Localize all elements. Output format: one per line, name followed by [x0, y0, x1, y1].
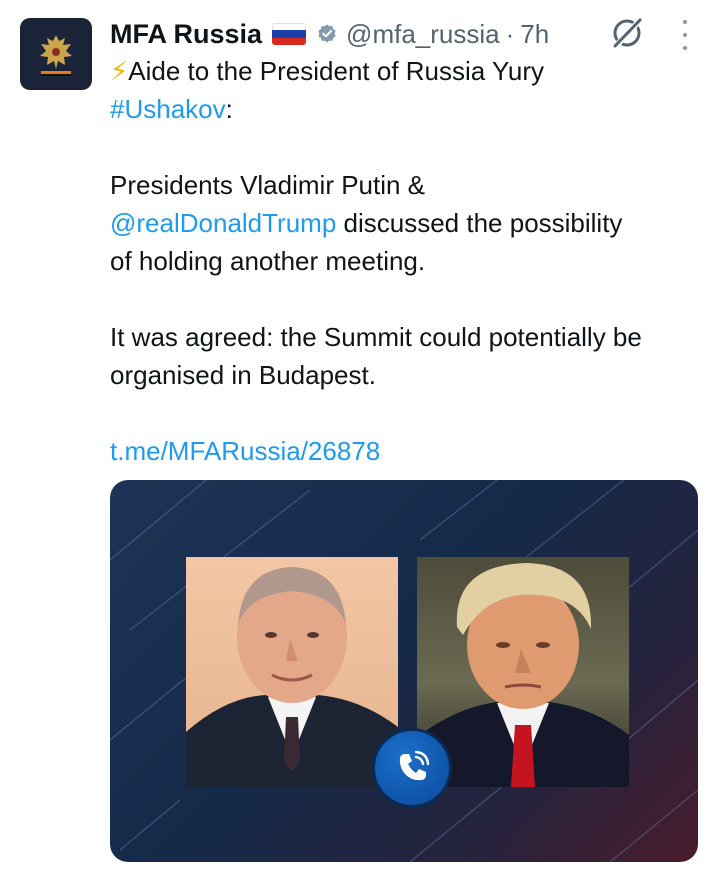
hashtag-link[interactable]: #Ushakov	[110, 94, 226, 124]
tweet-header: MFA Russia @mfa_russia · 7h	[110, 14, 549, 54]
media-image[interactable]	[110, 480, 698, 862]
text-line: Aide to the President of Russia Yury	[128, 56, 545, 86]
phone-call-icon	[372, 728, 452, 808]
avatar[interactable]	[20, 18, 92, 90]
lightning-icon: ⚡	[110, 56, 129, 86]
separator-dot: ·	[505, 18, 515, 49]
text-fragment: :	[225, 94, 233, 124]
text-line: It was agreed: the Summit could potentia…	[110, 322, 642, 352]
post-time[interactable]: 7h	[520, 19, 549, 50]
russian-eagle-emblem-icon	[40, 35, 72, 76]
text-fragment: discussed the possibility	[336, 208, 623, 238]
more-options-icon[interactable]	[675, 20, 695, 50]
putin-photo	[186, 557, 398, 787]
account-handle[interactable]: @mfa_russia	[346, 19, 500, 50]
tweet-text: ⚡Aide to the President of Russia Yury #U…	[110, 52, 710, 470]
grok-icon[interactable]	[610, 16, 644, 50]
paragraph-3: It was agreed: the Summit could potentia…	[110, 318, 710, 394]
paragraph-1: ⚡Aide to the President of Russia Yury #U…	[110, 52, 710, 128]
russia-flag-icon	[272, 23, 307, 45]
tweet[interactable]: MFA Russia @mfa_russia · 7h ⚡Aide to the…	[0, 0, 720, 874]
display-name[interactable]: MFA Russia	[110, 19, 262, 50]
text-line: organised in Budapest.	[110, 360, 376, 390]
text-line: Presidents Vladimir Putin &	[110, 170, 426, 200]
paragraph-2: Presidents Vladimir Putin & @realDonaldT…	[110, 166, 710, 280]
url-link[interactable]: t.me/MFARussia/26878	[110, 436, 380, 466]
text-line: of holding another meeting.	[110, 246, 426, 276]
mention-link[interactable]: @realDonaldTrump	[110, 208, 336, 238]
verified-badge-icon	[318, 24, 336, 43]
paragraph-4: t.me/MFARussia/26878	[110, 432, 710, 470]
